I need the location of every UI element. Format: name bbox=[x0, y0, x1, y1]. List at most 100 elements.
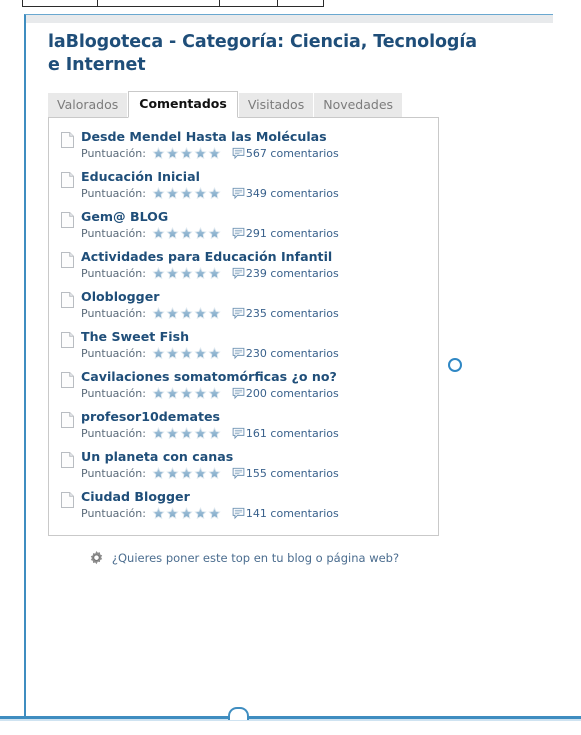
list-item[interactable]: Ciudad Blogger Puntuación: 141 comentarios bbox=[49, 485, 438, 525]
list-item-title[interactable]: Ciudad Blogger bbox=[81, 489, 430, 505]
list-item-title[interactable]: Oloblogger bbox=[81, 289, 430, 305]
list-item-meta: Puntuación: 155 comentarios bbox=[81, 467, 430, 481]
star-rating[interactable] bbox=[152, 347, 222, 360]
comment-count: 567 comentarios bbox=[232, 147, 339, 161]
star-icon bbox=[180, 467, 193, 480]
star-icon bbox=[194, 507, 207, 520]
widget-footer[interactable]: ¿Quieres poner este top en tu blog o pág… bbox=[48, 550, 439, 567]
star-icon bbox=[166, 467, 179, 480]
star-icon bbox=[166, 227, 179, 240]
bottom-collapse-handle[interactable] bbox=[228, 707, 249, 720]
score-label: Puntuación: bbox=[81, 306, 146, 320]
list-item-title[interactable]: The Sweet Fish bbox=[81, 329, 430, 345]
star-icon bbox=[152, 347, 165, 360]
list-item[interactable]: profesor10demates Puntuación: 161 comentar… bbox=[49, 405, 438, 445]
comment-count: 141 comentarios bbox=[232, 507, 339, 521]
star-icon bbox=[166, 307, 179, 320]
toolbar-cell-3[interactable] bbox=[220, 0, 279, 6]
list-item-body: Cavilaciones somatomórficas ¿o no? Puntua… bbox=[81, 369, 430, 401]
comment-count-label: 239 comentarios bbox=[245, 266, 339, 280]
document-icon bbox=[61, 291, 74, 308]
comment-bubble-icon bbox=[232, 507, 245, 520]
comment-count: 349 comentarios bbox=[232, 187, 339, 201]
document-icon bbox=[61, 491, 74, 508]
list-item[interactable]: The Sweet Fish Puntuación: 230 comentarios bbox=[49, 325, 438, 365]
list-item[interactable]: Actividades para Educación Infantil Puntu… bbox=[49, 245, 438, 285]
document-icon bbox=[61, 371, 74, 388]
comment-count-label: 235 comentarios bbox=[245, 306, 339, 320]
list-item[interactable]: Oloblogger Puntuación: 235 comentarios bbox=[49, 285, 438, 325]
list-item-title[interactable]: Gem@ BLOG bbox=[81, 209, 430, 225]
star-icon bbox=[194, 187, 207, 200]
side-toggle-handle[interactable] bbox=[448, 358, 462, 372]
star-icon bbox=[208, 307, 221, 320]
list-item-title[interactable]: Actividades para Educación Infantil bbox=[81, 249, 430, 265]
list-item[interactable]: Educación Inicial Puntuación: 349 comentar… bbox=[49, 165, 438, 205]
list-item-meta: Puntuación: 141 comentarios bbox=[81, 507, 430, 521]
star-icon bbox=[194, 427, 207, 440]
star-rating[interactable] bbox=[152, 147, 222, 160]
star-icon bbox=[208, 467, 221, 480]
list-item-title[interactable]: Un planeta con canas bbox=[81, 449, 430, 465]
comment-count-label: 155 comentarios bbox=[245, 466, 339, 480]
star-rating[interactable] bbox=[152, 387, 222, 400]
list-item-meta: Puntuación: 200 comentarios bbox=[81, 387, 430, 401]
star-icon bbox=[180, 187, 193, 200]
ranking-list: Desde Mendel Hasta las Moléculas Puntuaci… bbox=[48, 116, 439, 536]
list-item-title[interactable]: profesor10demates bbox=[81, 409, 430, 425]
toolbar-cell-2[interactable] bbox=[98, 0, 221, 6]
star-icon bbox=[208, 267, 221, 280]
document-icon bbox=[61, 211, 74, 228]
star-icon bbox=[166, 387, 179, 400]
list-item-body: Educación Inicial Puntuación: 349 comentar… bbox=[81, 169, 430, 201]
star-rating[interactable] bbox=[152, 227, 222, 240]
tab-valorados[interactable]: Valorados bbox=[48, 92, 128, 117]
star-icon bbox=[194, 307, 207, 320]
star-rating[interactable] bbox=[152, 467, 222, 480]
toolbar-cell-1[interactable] bbox=[23, 0, 98, 6]
list-item[interactable]: Gem@ BLOG Puntuación: 291 comentarios bbox=[49, 205, 438, 245]
star-icon bbox=[180, 507, 193, 520]
document-icon bbox=[61, 331, 74, 348]
list-item-body: Un planeta con canas Puntuación: 155 comen… bbox=[81, 449, 430, 481]
comment-bubble-icon bbox=[232, 307, 245, 320]
comment-count: 291 comentarios bbox=[232, 227, 339, 241]
toolbar-cell-4[interactable] bbox=[278, 0, 323, 6]
star-rating[interactable] bbox=[152, 427, 222, 440]
bottom-divider-shadow bbox=[0, 719, 581, 721]
footer-text: ¿Quieres poner este top en tu blog o pág… bbox=[111, 551, 400, 565]
star-rating[interactable] bbox=[152, 267, 222, 280]
list-item-title[interactable]: Educación Inicial bbox=[81, 169, 430, 185]
star-icon bbox=[152, 187, 165, 200]
star-rating[interactable] bbox=[152, 507, 222, 520]
star-icon bbox=[208, 427, 221, 440]
comment-count: 235 comentarios bbox=[232, 307, 339, 321]
tab-novedades[interactable]: Novedades bbox=[314, 92, 403, 117]
list-item-title[interactable]: Desde Mendel Hasta las Moléculas bbox=[81, 129, 430, 145]
star-icon bbox=[180, 347, 193, 360]
list-item[interactable]: Desde Mendel Hasta las Moléculas Puntuaci… bbox=[49, 125, 438, 165]
partial-toolbar-strip bbox=[0, 0, 581, 7]
document-icon bbox=[61, 251, 74, 268]
comment-count-label: 291 comentarios bbox=[245, 226, 339, 240]
tab-visitados[interactable]: Visitados bbox=[238, 92, 314, 117]
list-item[interactable]: Cavilaciones somatomórficas ¿o no? Puntua… bbox=[49, 365, 438, 405]
list-item[interactable]: Un planeta con canas Puntuación: 155 comen… bbox=[49, 445, 438, 485]
score-label: Puntuación: bbox=[81, 226, 146, 240]
star-icon bbox=[152, 507, 165, 520]
list-item-meta: Puntuación: 239 comentarios bbox=[81, 267, 430, 281]
list-item-body: The Sweet Fish Puntuación: 230 comentarios bbox=[81, 329, 430, 361]
comment-bubble-icon bbox=[232, 227, 245, 240]
star-icon bbox=[180, 147, 193, 160]
comment-bubble-icon bbox=[232, 387, 245, 400]
star-rating[interactable] bbox=[152, 307, 222, 320]
star-icon bbox=[166, 427, 179, 440]
list-item-title[interactable]: Cavilaciones somatomórficas ¿o no? bbox=[81, 369, 430, 385]
list-item-meta: Puntuación: 235 comentarios bbox=[81, 307, 430, 321]
comment-count-label: 230 comentarios bbox=[245, 346, 339, 360]
star-icon bbox=[208, 387, 221, 400]
star-rating[interactable] bbox=[152, 187, 222, 200]
toolbar-cell-row bbox=[22, 0, 324, 7]
tab-comentados[interactable]: Comentados bbox=[128, 90, 238, 118]
comment-count: 161 comentarios bbox=[232, 427, 339, 441]
